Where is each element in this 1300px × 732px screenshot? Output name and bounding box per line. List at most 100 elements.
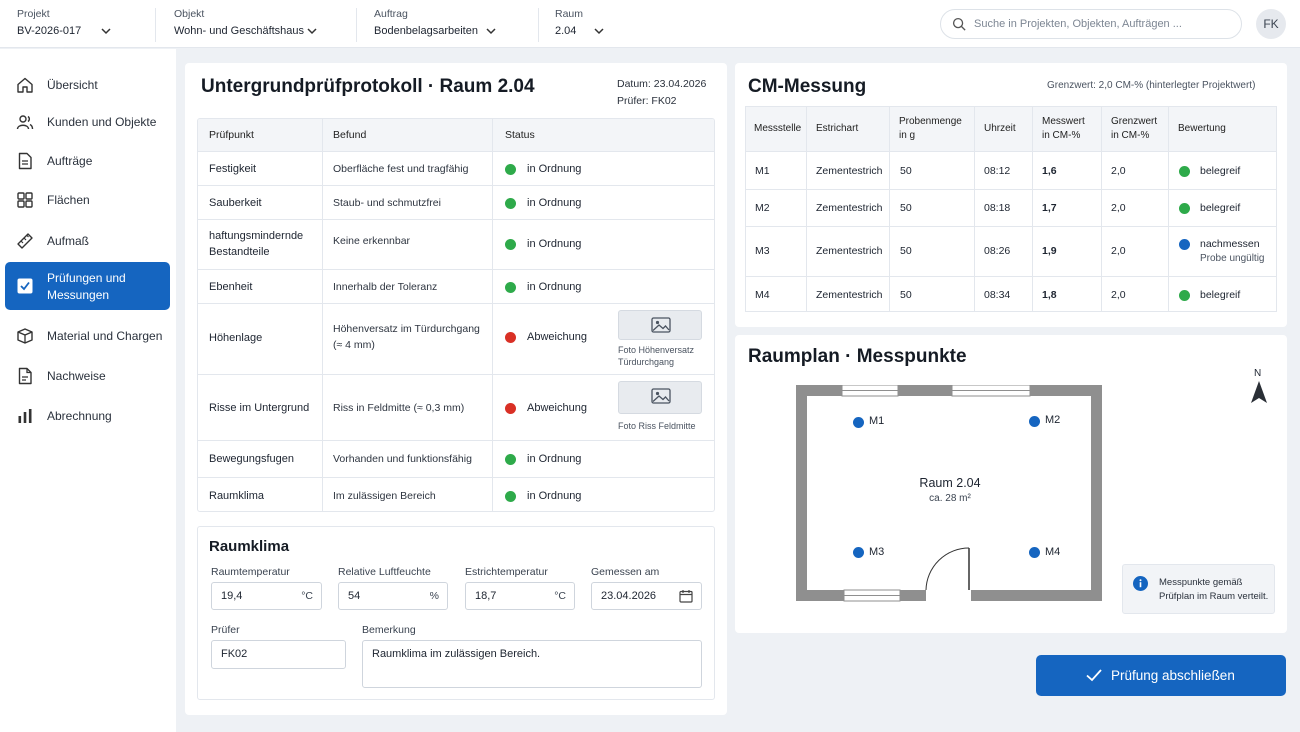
cm-limit-note: Grenzwert: 2,0 CM-% (hinterlegter Projek… bbox=[1047, 80, 1256, 91]
projekt-select[interactable]: Projekt BV-2026-017 bbox=[17, 8, 142, 42]
room-temp-unit: °C bbox=[301, 590, 313, 602]
search-input[interactable]: Suche in Projekten, Objekten, Aufträgen … bbox=[940, 9, 1242, 39]
status-ok-dot bbox=[505, 282, 516, 293]
pruefpunkt-cell: Risse im Untergrund bbox=[209, 402, 310, 414]
table-row[interactable]: Risse im Untergrund Riss in Feldmitte (≈… bbox=[198, 374, 714, 440]
humidity-field[interactable]: 54 % bbox=[338, 582, 448, 610]
remark-textarea[interactable]: Raumklima im zulässigen Bereich. bbox=[362, 640, 702, 688]
sidebar-item-uebersicht[interactable]: Übersicht bbox=[5, 68, 170, 102]
column-header: Messstelle bbox=[754, 123, 802, 134]
cm-time-cell: 08:18 bbox=[984, 202, 1011, 214]
sidebar-item-nachweise[interactable]: Nachweise bbox=[5, 359, 170, 393]
raum-value: 2.04 bbox=[555, 25, 577, 37]
finish-inspection-label: Prüfung abschließen bbox=[1111, 668, 1235, 683]
status-cell: in Ordnung bbox=[527, 163, 582, 175]
table-row[interactable]: Festigkeit Oberfläche fest und tragfähig… bbox=[198, 151, 714, 185]
inspector-field[interactable]: FK02 bbox=[211, 640, 346, 669]
table-row[interactable]: haftungsmindernde Bestandteile Keine erk… bbox=[198, 219, 714, 269]
projekt-label: Projekt bbox=[17, 8, 50, 20]
measured-at-date-input[interactable]: 23.04.2026 bbox=[591, 582, 702, 610]
befund-cell: Oberfläche fest und tragfähig bbox=[333, 163, 469, 175]
cm-type-cell: Zementestrich bbox=[816, 202, 883, 214]
befund-cell: Riss in Feldmitte (≈ 0,3 mm) bbox=[333, 402, 465, 414]
befund-cell: Vorhanden und funktionsfähig bbox=[333, 453, 472, 465]
divider bbox=[155, 8, 156, 42]
sidebar-item-pruefungen[interactable]: Prüfungen und Messungen bbox=[5, 262, 170, 310]
pruefpunkt-cell: Ebenheit bbox=[209, 281, 253, 293]
info-note: Messpunkte gemäß Prüfplan im Raum vertei… bbox=[1122, 564, 1275, 614]
status-ok-dot bbox=[505, 198, 516, 209]
sidebar-item-label-line2: Messungen bbox=[47, 288, 110, 302]
sidebar-item-label: Abrechnung bbox=[47, 409, 112, 423]
avatar[interactable]: FK bbox=[1256, 9, 1286, 39]
photo-thumbnail[interactable] bbox=[618, 310, 702, 340]
befund-cell: Höhenversatz im Türdurchgang bbox=[333, 323, 480, 335]
info-icon bbox=[1133, 576, 1148, 591]
chevron-down-icon bbox=[486, 28, 496, 35]
photo-thumbnail[interactable] bbox=[618, 381, 702, 414]
table-row[interactable]: Bewegungsfugen Vorhanden und funktionsfä… bbox=[198, 440, 714, 477]
sidebar-item-material[interactable]: Material und Chargen bbox=[5, 319, 170, 353]
north-label: N bbox=[1254, 368, 1262, 379]
sidebar-item-kunden[interactable]: Kunden und Objekte bbox=[5, 105, 170, 139]
measure-point-label: M4 bbox=[1045, 546, 1061, 558]
sidebar-item-label: Material und Chargen bbox=[47, 329, 163, 343]
auftrag-select[interactable]: Auftrag Bodenbelagsarbeiten bbox=[374, 8, 514, 42]
table-row[interactable]: M4 Zementestrich 50 08:34 1,8 2,0 belegr… bbox=[746, 276, 1276, 311]
cm-time-cell: 08:26 bbox=[984, 245, 1011, 257]
screed-temp-field[interactable]: 18,7 °C bbox=[465, 582, 575, 610]
cm-type-cell: Zementestrich bbox=[816, 165, 883, 177]
table-row[interactable]: Höhenlage Höhenversatz im Türdurchgang (… bbox=[198, 303, 714, 374]
column-header-pruefpunkt: Prüfpunkt bbox=[209, 119, 319, 151]
measure-point-m1[interactable] bbox=[853, 417, 864, 428]
inspector-label: Prüfer bbox=[211, 624, 240, 636]
measure-point-label: M3 bbox=[869, 546, 885, 558]
status-ok-dot bbox=[1179, 166, 1190, 177]
sidebar-item-flaechen[interactable]: Flächen bbox=[5, 183, 170, 217]
sidebar-item-label: Kunden und Objekte bbox=[47, 115, 157, 129]
table-row[interactable]: M2 Zementestrich 50 08:18 1,7 2,0 belegr… bbox=[746, 189, 1276, 226]
cm-amount-cell: 50 bbox=[900, 202, 912, 214]
objekt-select[interactable]: Objekt Wohn- und Geschäftshaus bbox=[174, 8, 334, 42]
cm-value-cell: 1,7 bbox=[1042, 202, 1057, 214]
befund-cell: Keine erkennbar bbox=[333, 235, 411, 247]
auftrag-label: Auftrag bbox=[374, 8, 408, 20]
cm-rating-cell: nachmessen bbox=[1200, 238, 1260, 250]
table-row[interactable]: Sauberkeit Staub- und schmutzfrei in Ord… bbox=[198, 185, 714, 219]
calendar-icon[interactable] bbox=[679, 589, 693, 603]
measure-point-m4[interactable] bbox=[1029, 547, 1040, 558]
info-text-line2: Prüfplan im Raum verteilt. bbox=[1159, 591, 1269, 602]
cm-amount-cell: 50 bbox=[900, 165, 912, 177]
sidebar-item-aufmass[interactable]: Aufmaß bbox=[5, 224, 170, 258]
protocol-date: Datum: 23.04.2026 bbox=[617, 78, 707, 90]
sidebar-item-abrechnung[interactable]: Abrechnung bbox=[5, 399, 170, 433]
table-row[interactable]: M1 Zementestrich 50 08:12 1,6 2,0 belegr… bbox=[746, 151, 1276, 189]
measure-point-m2[interactable] bbox=[1029, 416, 1040, 427]
pruefpunkt-cell: Höhenlage bbox=[209, 332, 263, 344]
remark-label: Bemerkung bbox=[362, 624, 416, 636]
finish-inspection-button[interactable]: Prüfung abschließen bbox=[1036, 655, 1286, 696]
status-deviation-dot bbox=[505, 332, 516, 343]
room-temp-field[interactable]: 19,4 °C bbox=[211, 582, 322, 610]
raum-select[interactable]: Raum 2.04 bbox=[555, 8, 615, 42]
cm-value-cell: 1,9 bbox=[1042, 245, 1057, 257]
inspection-table: Prüfpunkt Befund Status Festigkeit Oberf… bbox=[197, 118, 715, 512]
page-title: Untergrundprüfprotokoll · Raum 2.04 bbox=[201, 76, 535, 97]
humidity-unit: % bbox=[429, 590, 439, 602]
top-bar: Projekt BV-2026-017 Objekt Wohn- und Ges… bbox=[0, 0, 1300, 48]
table-row[interactable]: Ebenheit Innerhalb der Toleranz in Ordnu… bbox=[198, 269, 714, 303]
column-header: Grenzwert bbox=[1111, 116, 1158, 127]
table-row[interactable]: Raumklima Im zulässigen Bereich in Ordnu… bbox=[198, 477, 714, 511]
table-row[interactable]: M3 Zementestrich 50 08:26 1,9 2,0 nachme… bbox=[746, 226, 1276, 276]
pruefpunkt-cell: Raumklima bbox=[209, 490, 265, 502]
pruefpunkt-cell: Bewegungsfugen bbox=[209, 453, 295, 465]
projekt-value: BV-2026-017 bbox=[17, 25, 82, 37]
sidebar-item-label: Übersicht bbox=[47, 78, 98, 92]
screed-temp-unit: °C bbox=[554, 590, 566, 602]
room-name: Raum 2.04 bbox=[919, 476, 981, 490]
cm-time-cell: 08:34 bbox=[984, 289, 1011, 301]
screed-temp-value: 18,7 bbox=[475, 590, 497, 602]
protocol-inspector: Prüfer: FK02 bbox=[617, 95, 677, 107]
measure-point-m3[interactable] bbox=[853, 547, 864, 558]
sidebar-item-auftraege[interactable]: Aufträge bbox=[5, 144, 170, 178]
